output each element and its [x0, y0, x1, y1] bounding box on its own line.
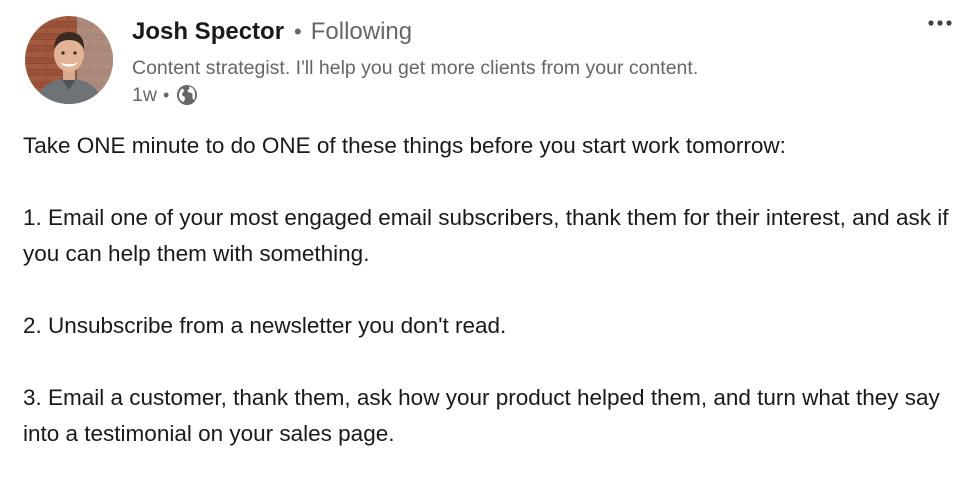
meta-separator: •: [162, 84, 170, 105]
author-name[interactable]: Josh Spector: [132, 18, 284, 46]
author-name-row: Josh Spector • Following: [132, 18, 916, 52]
globe-icon: [176, 84, 198, 106]
post-item-3: 3. Email a customer, thank them, ask how…: [23, 385, 940, 446]
avatar-photo: [25, 16, 113, 104]
follow-status[interactable]: Following: [311, 18, 412, 46]
post-body: Take ONE minute to do ONE of these thing…: [23, 128, 953, 452]
post-age: 1w: [132, 83, 157, 106]
name-separator: •: [294, 19, 302, 44]
post-item-2: 2. Unsubscribe from a newsletter you don…: [23, 313, 507, 338]
feed-post: Josh Spector • Following Content strateg…: [0, 0, 976, 478]
post-meta: 1w •: [132, 82, 916, 108]
more-options-button[interactable]: [922, 10, 958, 36]
author-avatar[interactable]: [25, 16, 113, 104]
author-headline: Content strategist. I'll help you get mo…: [132, 57, 699, 79]
post-intro: Take ONE minute to do ONE of these thing…: [23, 133, 786, 158]
post-header: Josh Spector • Following Content strateg…: [132, 18, 916, 108]
ellipsis-icon: [928, 20, 952, 26]
post-item-1: 1. Email one of your most engaged email …: [23, 205, 949, 266]
